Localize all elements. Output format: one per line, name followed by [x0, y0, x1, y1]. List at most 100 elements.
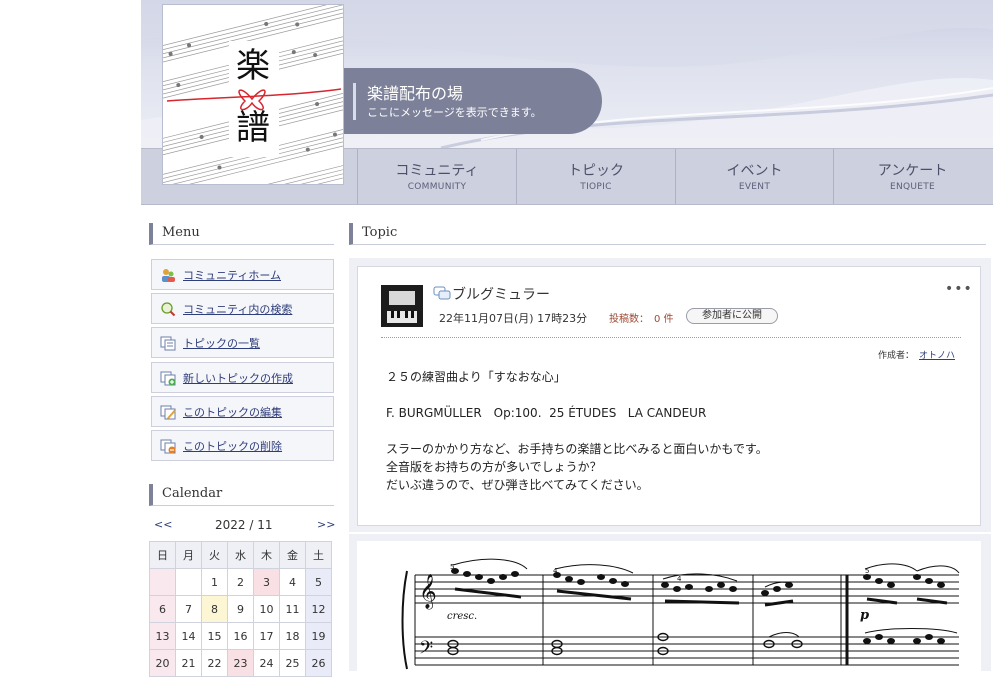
topic-body-line: F. BURGMÜLLER Op:100. 25 ÉTUDES LA CANDE… [386, 406, 707, 420]
score-fingering: 5 [450, 563, 454, 571]
calendar-prev-button[interactable]: << [154, 518, 172, 531]
topic-heading: Topic [349, 223, 986, 245]
site-logo[interactable]: 楽 譜 [162, 4, 344, 185]
calendar-day[interactable]: 12 [305, 595, 332, 623]
calendar-day-today[interactable]: 8 [201, 595, 228, 623]
menu-item-new-topic[interactable]: 新しいトピックの作成 [151, 362, 334, 393]
post-count-label: 投稿数： [609, 314, 649, 325]
calendar-day [175, 568, 202, 596]
weekday-sat: 土 [305, 541, 332, 569]
weekday-thu: 木 [253, 541, 280, 569]
score-fingering: 4 [677, 575, 682, 583]
more-options-icon[interactable]: ••• [945, 281, 973, 297]
calendar-week: 13 14 15 16 17 18 19 [149, 622, 332, 650]
calendar-day[interactable]: 26 [305, 649, 332, 677]
nav-community[interactable]: コミュニティ COMMUNITY [357, 149, 516, 204]
calendar-day [149, 568, 176, 596]
calendar-day[interactable]: 14 [175, 622, 202, 650]
topic-title: ブルグミュラー [452, 287, 550, 303]
svg-text:𝄢: 𝄢 [419, 638, 433, 663]
menu-item-search[interactable]: コミュニティ内の検索 [151, 293, 334, 324]
menu-item-label: コミュニティホーム [183, 269, 282, 282]
menu-heading-label: Menu [162, 225, 200, 240]
calendar-day[interactable]: 9 [227, 595, 254, 623]
menu-item-label: このトピックの編集 [183, 406, 282, 419]
nav-topic[interactable]: トピック TIOPIC [516, 149, 675, 204]
topic-body-line: 全音版をお持ちの方が多いでしょうか？ [386, 460, 602, 474]
menu-item-label: トピックの一覧 [183, 337, 260, 350]
author-link[interactable]: オトノハ [919, 348, 955, 361]
menu-item-community-home[interactable]: コミュニティホーム [151, 259, 334, 290]
menu-item-label: コミュニティ内の検索 [183, 303, 293, 316]
calendar-day[interactable]: 21 [175, 649, 202, 677]
piano-thumbnail-image [381, 285, 423, 327]
weekday-mon: 月 [175, 541, 202, 569]
logo-char-raku: 楽 [236, 46, 270, 86]
nav-community-sublabel: COMMUNITY [407, 182, 467, 192]
calendar-day-holiday[interactable]: 3 [253, 568, 280, 596]
weekday-tue: 火 [201, 541, 228, 569]
calendar-week: 6 7 8 9 10 11 12 [149, 595, 332, 623]
topic-speech-icon [433, 286, 451, 300]
calendar-day-holiday[interactable]: 23 [227, 649, 254, 677]
menu-item-delete-topic[interactable]: このトピックの削除 [151, 430, 334, 461]
menu-item-topic-list[interactable]: トピックの一覧 [151, 327, 334, 358]
calendar-next-button[interactable]: >> [317, 518, 335, 531]
calendar-day[interactable]: 10 [253, 595, 280, 623]
site-message: ここにメッセージを表示できます。 [367, 106, 542, 119]
post-count: 0 件 [654, 314, 674, 325]
sheet-music-logo-image [163, 5, 343, 184]
calendar-day[interactable]: 2 [227, 568, 254, 596]
menu-heading: Menu [149, 223, 334, 245]
topic-body-line: スラーのかかり方など、お手持ちの楽譜と比べみると面白いかもです。 [386, 442, 768, 456]
calendar-day[interactable]: 18 [279, 622, 306, 650]
calendar-day[interactable]: 19 [305, 622, 332, 650]
calendar-day[interactable]: 25 [279, 649, 306, 677]
nav-event-sublabel: EVENT [738, 182, 771, 192]
calendar-day[interactable]: 13 [149, 622, 176, 650]
menu-item-label: このトピックの削除 [183, 440, 282, 453]
nav-event-label: イベント [726, 163, 783, 179]
calendar-grid: 日 月 火 水 木 金 土 1 2 3 4 5 6 7 8 9 10 11 12… [149, 541, 332, 677]
calendar-heading: Calendar [149, 484, 334, 506]
calendar-day[interactable]: 4 [279, 568, 306, 596]
nav-event[interactable]: イベント EVENT [675, 149, 833, 204]
nav-enquete-sublabel: ENQUETE [889, 182, 936, 192]
edit-topic-icon [160, 405, 176, 420]
sheet-music-image: 𝄞 𝄢 cresc. p 5 4 4 5 [401, 558, 960, 670]
menu-item-edit-topic[interactable]: このトピックの編集 [151, 396, 334, 427]
site-title-bubble: 楽譜配布の場 ここにメッセージを表示できます。 [344, 68, 602, 134]
calendar-day[interactable]: 22 [201, 649, 228, 677]
nav-topic-sublabel: TIOPIC [580, 182, 612, 192]
nav-topic-label: トピック [568, 163, 624, 179]
community-home-icon [162, 269, 175, 282]
calendar-day[interactable]: 11 [279, 595, 306, 623]
calendar-week: 1 2 3 4 5 [149, 568, 332, 596]
calendar-day[interactable]: 1 [201, 568, 228, 596]
score-fingering: 4 [553, 567, 558, 575]
title-accent-bar [353, 83, 356, 120]
calendar-day[interactable]: 17 [253, 622, 280, 650]
score-dynamic-p: p [860, 608, 869, 623]
topic-list-icon [160, 336, 176, 351]
calendar-day[interactable]: 7 [175, 595, 202, 623]
sheet-music-attachment[interactable]: 𝄞 𝄢 cresc. p 5 4 4 5 [357, 541, 981, 671]
calendar-day[interactable]: 16 [227, 622, 254, 650]
site-title: 楽譜配布の場 [367, 84, 464, 103]
calendar-day[interactable]: 5 [305, 568, 332, 596]
menu-item-label: 新しいトピックの作成 [183, 372, 293, 385]
score-fingering: 5 [865, 567, 869, 575]
calendar-day[interactable]: 15 [201, 622, 228, 650]
nav-enquete-label: アンケート [877, 163, 948, 179]
nav-enquete[interactable]: アンケート ENQUETE [833, 149, 991, 204]
calendar-day[interactable]: 20 [149, 649, 176, 677]
post-date: 22年11月07日(月) 17時23分 [439, 312, 588, 325]
logo-char-fu: 譜 [236, 108, 270, 148]
topic-heading-label: Topic [362, 225, 398, 240]
new-topic-icon [160, 371, 176, 386]
calendar-day[interactable]: 6 [149, 595, 176, 623]
calendar-day[interactable]: 24 [253, 649, 280, 677]
topic-thumbnail[interactable] [381, 285, 423, 327]
nav-community-label: コミュニティ [395, 163, 479, 179]
weekday-wed: 水 [227, 541, 254, 569]
